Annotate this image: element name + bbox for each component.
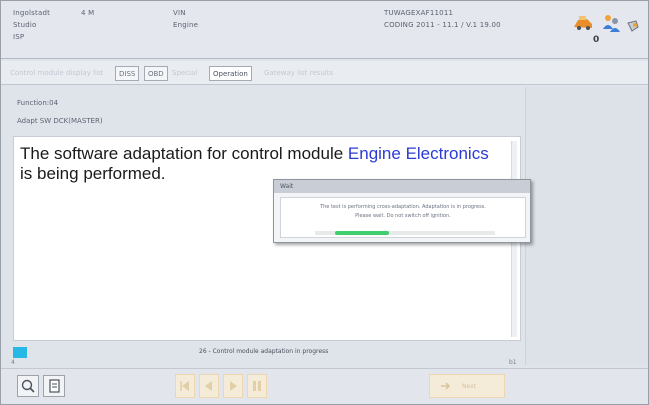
message-text-after: is being performed.: [20, 164, 166, 183]
pause-button[interactable]: [247, 374, 267, 398]
header-brand-label: Ingolstadt: [13, 9, 51, 17]
tab-operation[interactable]: Operation: [209, 66, 252, 81]
footer-toolbar: Next: [1, 368, 648, 404]
tab-special[interactable]: Special: [169, 66, 200, 81]
pause-icon: [253, 381, 261, 391]
tab-obd[interactable]: OBD: [144, 66, 168, 81]
status-indicator-block: [13, 347, 27, 358]
tab-gateway-results[interactable]: Gateway list results: [261, 66, 336, 81]
skip-first-icon: [180, 381, 189, 391]
document-icon: [49, 379, 60, 393]
breadcrumb-adaptation: Adapt SW DCK(MASTER): [17, 117, 103, 125]
next-button-label: Next: [462, 383, 476, 390]
header-model-label: Studio: [13, 21, 37, 29]
adaptation-progress-bar: [315, 231, 495, 235]
message-module-name: Engine Electronics: [347, 144, 489, 163]
diagnostic-app-window: Ingolstadt Studio ISP 4 M VIN Engine TUW…: [0, 0, 649, 405]
dialog-title: Wait: [274, 180, 530, 193]
arrow-next-icon: [441, 382, 451, 390]
adaptation-message: The software adaptation for control modu…: [20, 144, 490, 184]
user-group-icon[interactable]: [601, 13, 621, 33]
vehicle-info-header: Ingolstadt Studio ISP 4 M VIN Engine TUW…: [1, 1, 648, 59]
header-software-version: CODING 2011 - 11.1 / V.1 19.00: [384, 21, 501, 29]
zoom-button[interactable]: [17, 375, 39, 397]
breadcrumb-function: Function:04: [17, 99, 59, 107]
status-message: 26 - Control module adaptation in progre…: [199, 348, 329, 355]
header-engine-label: Engine: [173, 21, 199, 29]
arrow-left-icon: [205, 381, 212, 391]
progress-bar-fill: [335, 231, 389, 235]
status-right-marker: b1: [509, 359, 517, 366]
first-page-button[interactable]: [175, 374, 195, 398]
next-button[interactable]: Next: [429, 374, 505, 398]
magnifier-icon: [21, 379, 35, 393]
dialog-message-line-1: The test is performing cross-adaptation.…: [320, 204, 486, 210]
header-model-year: 4 M: [81, 9, 95, 17]
header-type-label: ISP: [13, 33, 25, 41]
tab-control-module-list[interactable]: Control module display list: [7, 66, 106, 81]
connection-plug-icon[interactable]: [626, 19, 640, 33]
tab-diss[interactable]: DISS: [115, 66, 140, 81]
message-text-before: The software adaptation for control modu…: [20, 144, 348, 163]
right-side-panel: [525, 87, 648, 365]
previous-button[interactable]: [199, 374, 219, 398]
function-tab-bar: Control module display list DISS OBD Spe…: [1, 61, 648, 85]
header-vin-value: TUWAGEXAF11011: [384, 9, 454, 17]
dialog-message-line-2: Please wait. Do not switch off ignition.: [355, 213, 451, 219]
user-count-badge: 0: [593, 35, 600, 45]
print-button[interactable]: [43, 375, 65, 397]
dialog-body: The test is performing cross-adaptation.…: [280, 197, 526, 238]
car-lift-icon[interactable]: [573, 15, 593, 31]
wait-dialog: Wait The test is performing cross-adapta…: [273, 179, 531, 243]
status-left-marker: 4: [11, 359, 15, 366]
header-vin-label: VIN: [173, 9, 186, 17]
play-button[interactable]: [223, 374, 243, 398]
arrow-right-icon: [230, 381, 237, 391]
